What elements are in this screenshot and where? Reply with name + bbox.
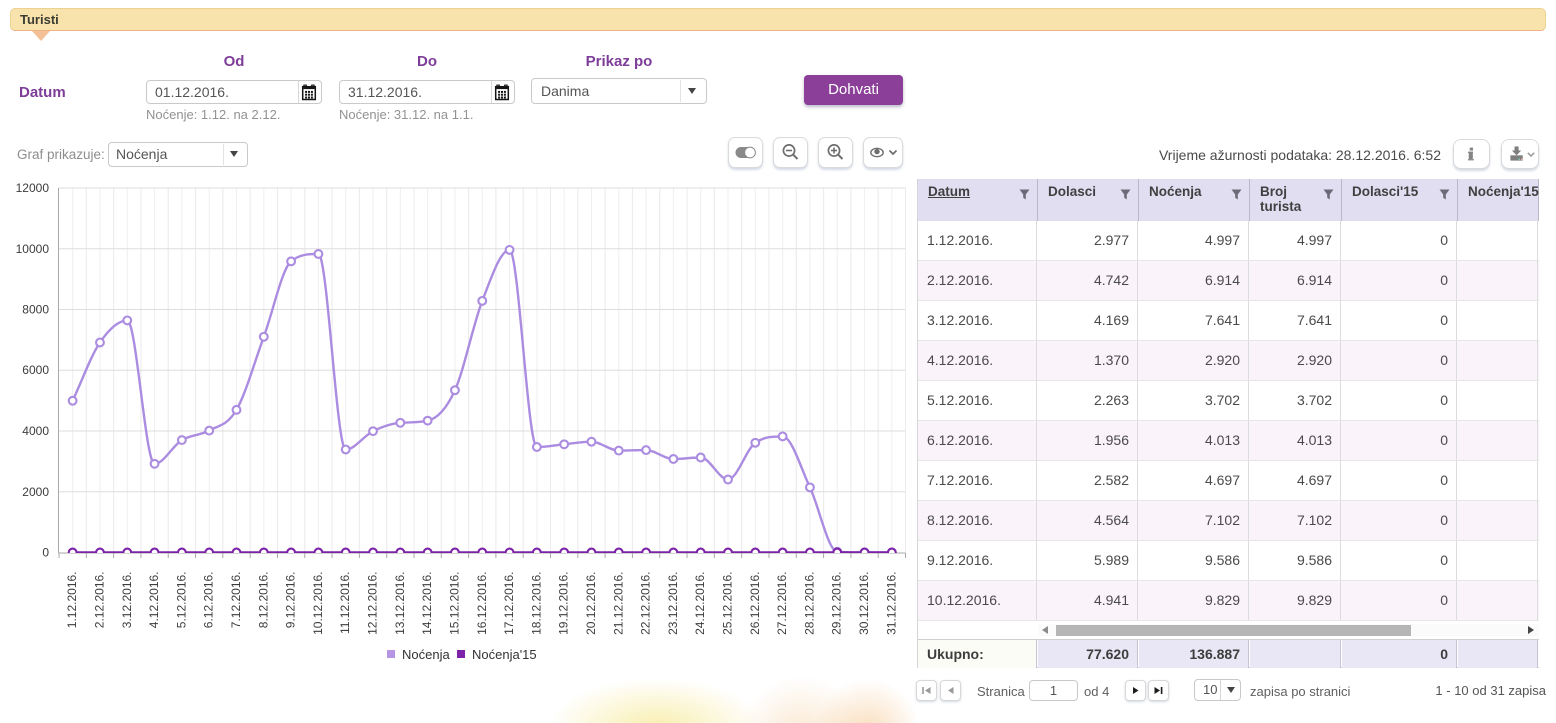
svg-text:26.12.2016.: 26.12.2016. bbox=[748, 572, 762, 635]
svg-text:4.12.2016.: 4.12.2016. bbox=[147, 572, 161, 629]
svg-text:24.12.2016.: 24.12.2016. bbox=[693, 572, 707, 635]
svg-text:23.12.2016.: 23.12.2016. bbox=[666, 572, 680, 635]
svg-text:13.12.2016.: 13.12.2016. bbox=[393, 572, 407, 635]
svg-text:29.12.2016.: 29.12.2016. bbox=[830, 572, 844, 635]
svg-text:2.12.2016.: 2.12.2016. bbox=[92, 572, 106, 629]
svg-text:6000: 6000 bbox=[22, 363, 49, 377]
svg-text:21.12.2016.: 21.12.2016. bbox=[611, 572, 625, 635]
svg-text:8000: 8000 bbox=[22, 303, 49, 317]
svg-text:5.12.2016.: 5.12.2016. bbox=[174, 572, 188, 629]
svg-text:16.12.2016.: 16.12.2016. bbox=[475, 572, 489, 635]
svg-text:19.12.2016.: 19.12.2016. bbox=[557, 572, 571, 635]
svg-text:15.12.2016.: 15.12.2016. bbox=[447, 572, 461, 635]
svg-text:11.12.2016.: 11.12.2016. bbox=[338, 572, 352, 635]
svg-text:6.12.2016.: 6.12.2016. bbox=[202, 572, 216, 629]
svg-text:22.12.2016.: 22.12.2016. bbox=[639, 572, 653, 635]
svg-text:12000: 12000 bbox=[16, 181, 50, 195]
svg-text:8.12.2016.: 8.12.2016. bbox=[256, 572, 270, 629]
svg-text:18.12.2016.: 18.12.2016. bbox=[529, 572, 543, 635]
svg-text:1.12.2016.: 1.12.2016. bbox=[65, 572, 79, 629]
svg-text:Noćenja'15: Noćenja'15 bbox=[472, 647, 537, 662]
svg-text:25.12.2016.: 25.12.2016. bbox=[721, 572, 735, 635]
svg-text:2000: 2000 bbox=[22, 485, 49, 499]
svg-text:27.12.2016.: 27.12.2016. bbox=[775, 572, 789, 635]
svg-text:12.12.2016.: 12.12.2016. bbox=[366, 572, 380, 635]
svg-text:17.12.2016.: 17.12.2016. bbox=[502, 572, 516, 635]
svg-text:14.12.2016.: 14.12.2016. bbox=[420, 572, 434, 635]
svg-text:Noćenja: Noćenja bbox=[402, 647, 450, 662]
svg-text:10.12.2016.: 10.12.2016. bbox=[311, 572, 325, 635]
svg-text:20.12.2016.: 20.12.2016. bbox=[584, 572, 598, 635]
svg-text:28.12.2016.: 28.12.2016. bbox=[802, 572, 816, 635]
svg-text:7.12.2016.: 7.12.2016. bbox=[229, 572, 243, 629]
svg-text:9.12.2016.: 9.12.2016. bbox=[284, 572, 298, 629]
svg-text:4000: 4000 bbox=[22, 424, 49, 438]
svg-text:0: 0 bbox=[42, 546, 49, 560]
svg-text:10000: 10000 bbox=[16, 242, 50, 256]
svg-text:3.12.2016.: 3.12.2016. bbox=[120, 572, 134, 629]
svg-text:31.12.2016.: 31.12.2016. bbox=[884, 572, 898, 635]
svg-text:30.12.2016.: 30.12.2016. bbox=[857, 572, 871, 635]
